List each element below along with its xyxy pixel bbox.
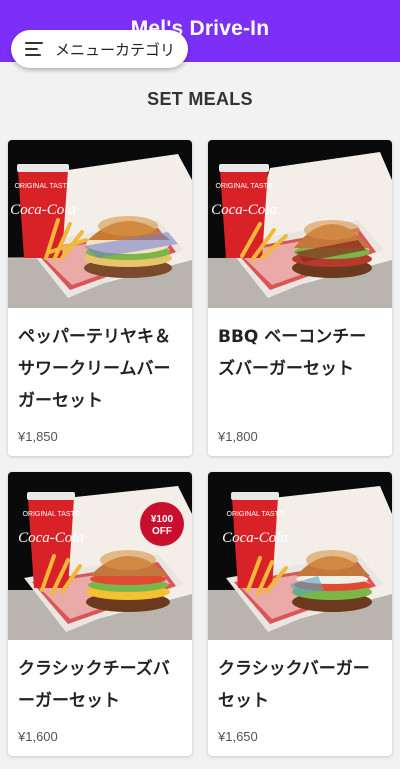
product-name: BBQ ベーコンチーズバーガーセット [218, 327, 367, 379]
product-name: クラシックチーズバーガーセット [18, 659, 170, 711]
product-image: ORIGINAL TASTE Coca-Cola [208, 140, 392, 308]
svg-text:Coca-Cola: Coca-Cola [222, 530, 288, 546]
product-name: クラシックバーガーセット [218, 659, 370, 711]
section-title: SET MEALS [147, 89, 253, 109]
svg-text:ORIGINAL TASTE: ORIGINAL TASTE [22, 511, 79, 518]
product-image: ORIGINAL TASTE Coca-Cola [8, 140, 192, 308]
menu-category-label: メニューカテゴリ [55, 40, 176, 59]
product-card[interactable]: ORIGINAL TASTE Coca-Cola ¥100 OFF クラシックチ… [8, 472, 192, 756]
product-image: ORIGINAL TASTE Coca-Cola ¥100 OFF [8, 472, 192, 640]
product-name: ペッパーテリヤキ＆サワークリームバーガーセット [18, 327, 171, 411]
menu-category-button[interactable]: メニューカテゴリ [11, 30, 188, 68]
menu-icon [25, 42, 45, 56]
svg-text:Coca-Cola: Coca-Cola [10, 202, 76, 218]
svg-text:ORIGINAL TASTE: ORIGINAL TASTE [215, 183, 272, 190]
svg-text:OFF: OFF [152, 526, 172, 537]
svg-text:¥100: ¥100 [151, 514, 174, 525]
svg-text:Coca-Cola: Coca-Cola [211, 202, 277, 218]
product-price: ¥1,600 [18, 729, 58, 744]
product-price: ¥1,800 [218, 429, 258, 444]
product-image: ORIGINAL TASTE Coca-Cola [208, 472, 392, 640]
product-price: ¥1,650 [218, 729, 258, 744]
product-card[interactable]: ORIGINAL TASTE Coca-Cola クラシックバーガーセット ¥1… [208, 472, 392, 756]
product-price: ¥1,850 [18, 429, 58, 444]
product-card[interactable]: ORIGINAL TASTE Coca-Cola ペッパーテリヤキ＆サワークリー… [8, 140, 192, 456]
product-card[interactable]: ORIGINAL TASTE Coca-Cola BBQ ベーコンチーズバーガー… [208, 140, 392, 456]
svg-text:ORIGINAL TASTE: ORIGINAL TASTE [226, 511, 283, 518]
svg-text:ORIGINAL TASTE: ORIGINAL TASTE [14, 183, 71, 190]
svg-text:Coca-Cola: Coca-Cola [18, 530, 84, 546]
